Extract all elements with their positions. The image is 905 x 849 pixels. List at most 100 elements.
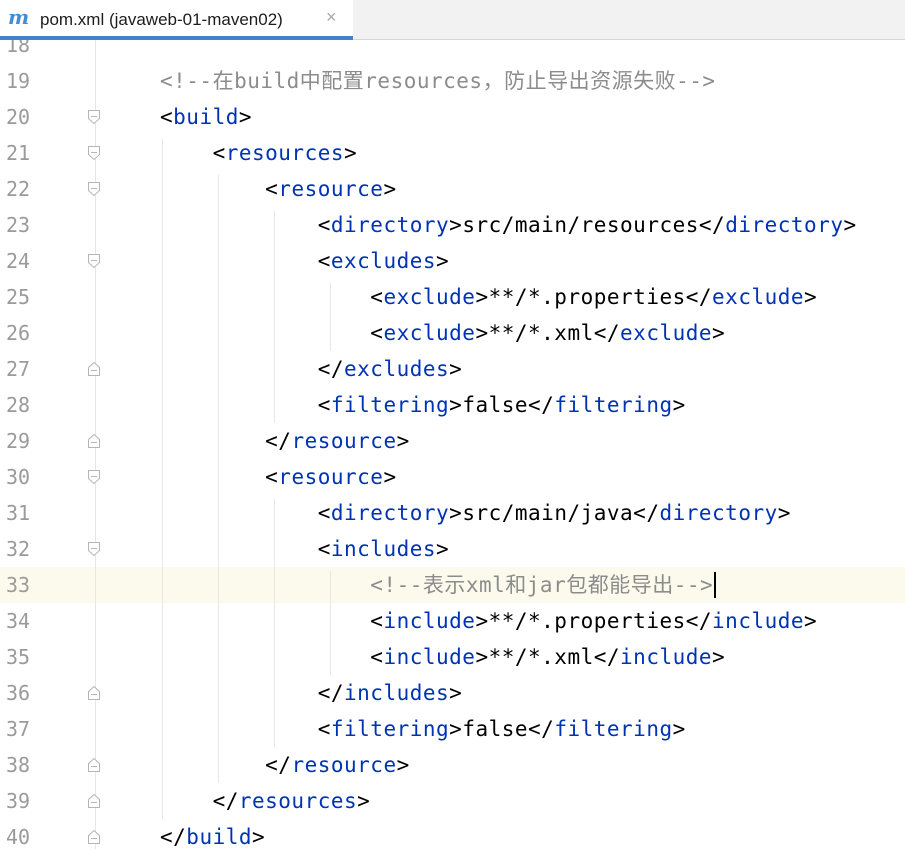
code-text: <filtering>false</filtering> xyxy=(160,717,686,741)
code-line[interactable]: 29 </resource> xyxy=(0,423,905,459)
line-number: 18 xyxy=(6,40,31,57)
code-punctuation: > xyxy=(777,501,791,525)
code-text: <build> xyxy=(160,105,252,129)
code-punctuation: > xyxy=(436,249,450,273)
code-line[interactable]: 32 <includes> xyxy=(0,531,905,567)
code-punctuation: < xyxy=(160,645,384,669)
line-number: 22 xyxy=(6,177,31,201)
code-line[interactable]: 36 </includes> xyxy=(0,675,905,711)
fold-close-icon[interactable] xyxy=(86,829,102,845)
editor-tab-bar: m pom.xml (javaweb-01-maven02) × xyxy=(0,0,905,40)
xml-tag-name: includes xyxy=(330,537,437,561)
code-line[interactable]: 39 </resources> xyxy=(0,783,905,819)
code-line[interactable]: 37 <filtering>false</filtering> xyxy=(0,711,905,747)
code-line[interactable]: 21 <resources> xyxy=(0,135,905,171)
line-number: 25 xyxy=(6,285,31,309)
fold-open-icon[interactable] xyxy=(86,181,102,197)
code-punctuation: </ xyxy=(160,789,239,813)
code-line[interactable]: 23 <directory>src/main/resources</direct… xyxy=(0,207,905,243)
xml-tag-name: resource xyxy=(278,465,384,489)
code-punctuation: > xyxy=(383,177,397,201)
code-line[interactable]: 18 xyxy=(0,40,905,63)
code-line[interactable]: 22 <resource> xyxy=(0,171,905,207)
code-punctuation: > xyxy=(449,681,463,705)
code-editor[interactable]: 18 19 <!--在build中配置resources，防止导出资源失败--> 20… xyxy=(0,40,905,849)
code-line[interactable]: 28 <filtering>false</filtering> xyxy=(0,387,905,423)
xml-tag-name: excludes xyxy=(330,249,437,273)
code-punctuation: </ xyxy=(160,357,345,381)
line-number: 29 xyxy=(6,429,31,453)
code-punctuation: >**/*.xml</ xyxy=(475,321,621,345)
code-punctuation: </ xyxy=(160,429,292,453)
code-line[interactable]: 33 <!--表示xml和jar包都能导出--> xyxy=(0,567,905,603)
code-punctuation: </ xyxy=(160,681,345,705)
code-punctuation: </ xyxy=(160,753,292,777)
code-text: <directory>src/main/java</directory> xyxy=(160,501,791,525)
code-punctuation: > xyxy=(804,609,818,633)
fold-close-icon[interactable] xyxy=(86,361,102,377)
xml-tag-name: filtering xyxy=(554,393,673,417)
code-text: <!--在build中配置resources，防止导出资源失败--> xyxy=(160,69,716,93)
xml-tag-name: filtering xyxy=(330,393,450,417)
xml-tag-name: directory xyxy=(725,213,844,237)
code-punctuation: < xyxy=(160,213,331,237)
xml-tag-name: include xyxy=(383,645,476,669)
code-punctuation: >**/*.xml</ xyxy=(475,645,621,669)
code-text: <!--表示xml和jar包都能导出--> xyxy=(160,573,713,597)
code-text: <filtering>false</filtering> xyxy=(160,393,686,417)
fold-open-icon[interactable] xyxy=(86,253,102,269)
xml-tag-name: resource xyxy=(291,429,397,453)
code-line[interactable]: 34 <include>**/*.properties</include> xyxy=(0,603,905,639)
code-line[interactable]: 38 </resource> xyxy=(0,747,905,783)
code-line[interactable]: 30 <resource> xyxy=(0,459,905,495)
code-punctuation: < xyxy=(160,501,331,525)
code-punctuation: > xyxy=(357,789,371,813)
fold-close-icon[interactable] xyxy=(86,793,102,809)
tab-title: pom.xml (javaweb-01-maven02) xyxy=(40,10,283,29)
code-punctuation: >false</ xyxy=(449,717,555,741)
code-punctuation: >src/main/java</ xyxy=(449,501,660,525)
code-line[interactable]: 40 </build> xyxy=(0,819,905,849)
code-line[interactable]: 26 <exclude>**/*.xml</exclude> xyxy=(0,315,905,351)
code-punctuation: </ xyxy=(160,825,187,849)
code-text: </resources> xyxy=(160,789,370,813)
maven-icon: m xyxy=(8,5,30,29)
code-punctuation: > xyxy=(804,285,818,309)
code-line[interactable]: 20 <build> xyxy=(0,99,905,135)
fold-close-icon[interactable] xyxy=(86,757,102,773)
xml-tag-name: filtering xyxy=(554,717,673,741)
fold-open-icon[interactable] xyxy=(86,145,102,161)
code-line[interactable]: 24 <excludes> xyxy=(0,243,905,279)
code-punctuation: < xyxy=(160,393,331,417)
code-punctuation: < xyxy=(160,285,384,309)
code-text: <directory>src/main/resources</directory… xyxy=(160,213,857,237)
code-line[interactable]: 35 <include>**/*.xml</include> xyxy=(0,639,905,675)
code-text: <excludes> xyxy=(160,249,449,273)
code-line[interactable]: 27 </excludes> xyxy=(0,351,905,387)
xml-tag-name: directory xyxy=(330,213,450,237)
code-text: </resource> xyxy=(160,429,410,453)
line-number: 21 xyxy=(6,141,31,165)
code-punctuation: < xyxy=(160,537,331,561)
code-line[interactable]: 19 <!--在build中配置resources，防止导出资源失败--> xyxy=(0,63,905,99)
xml-comment: <!--表示xml和jar包都能导出--> xyxy=(160,573,714,597)
code-line[interactable]: 31 <directory>src/main/java</directory> xyxy=(0,495,905,531)
code-punctuation: < xyxy=(160,177,279,201)
code-text: <resource> xyxy=(160,177,397,201)
line-number: 31 xyxy=(6,501,31,525)
code-line[interactable]: 25 <exclude>**/*.properties</exclude> xyxy=(0,279,905,315)
xml-tag-name: resources xyxy=(238,789,358,813)
code-punctuation: > xyxy=(449,357,463,381)
line-number: 39 xyxy=(6,789,31,813)
fold-open-icon[interactable] xyxy=(86,541,102,557)
close-icon[interactable]: × xyxy=(326,7,337,27)
line-number: 26 xyxy=(6,321,31,345)
code-text: <resource> xyxy=(160,465,397,489)
code-punctuation: > xyxy=(672,393,686,417)
fold-open-icon[interactable] xyxy=(86,109,102,125)
fold-close-icon[interactable] xyxy=(86,433,102,449)
fold-close-icon[interactable] xyxy=(86,685,102,701)
code-text: <exclude>**/*.properties</exclude> xyxy=(160,285,817,309)
fold-open-icon[interactable] xyxy=(86,469,102,485)
tab-pom-xml[interactable]: m pom.xml (javaweb-01-maven02) × xyxy=(0,0,353,40)
